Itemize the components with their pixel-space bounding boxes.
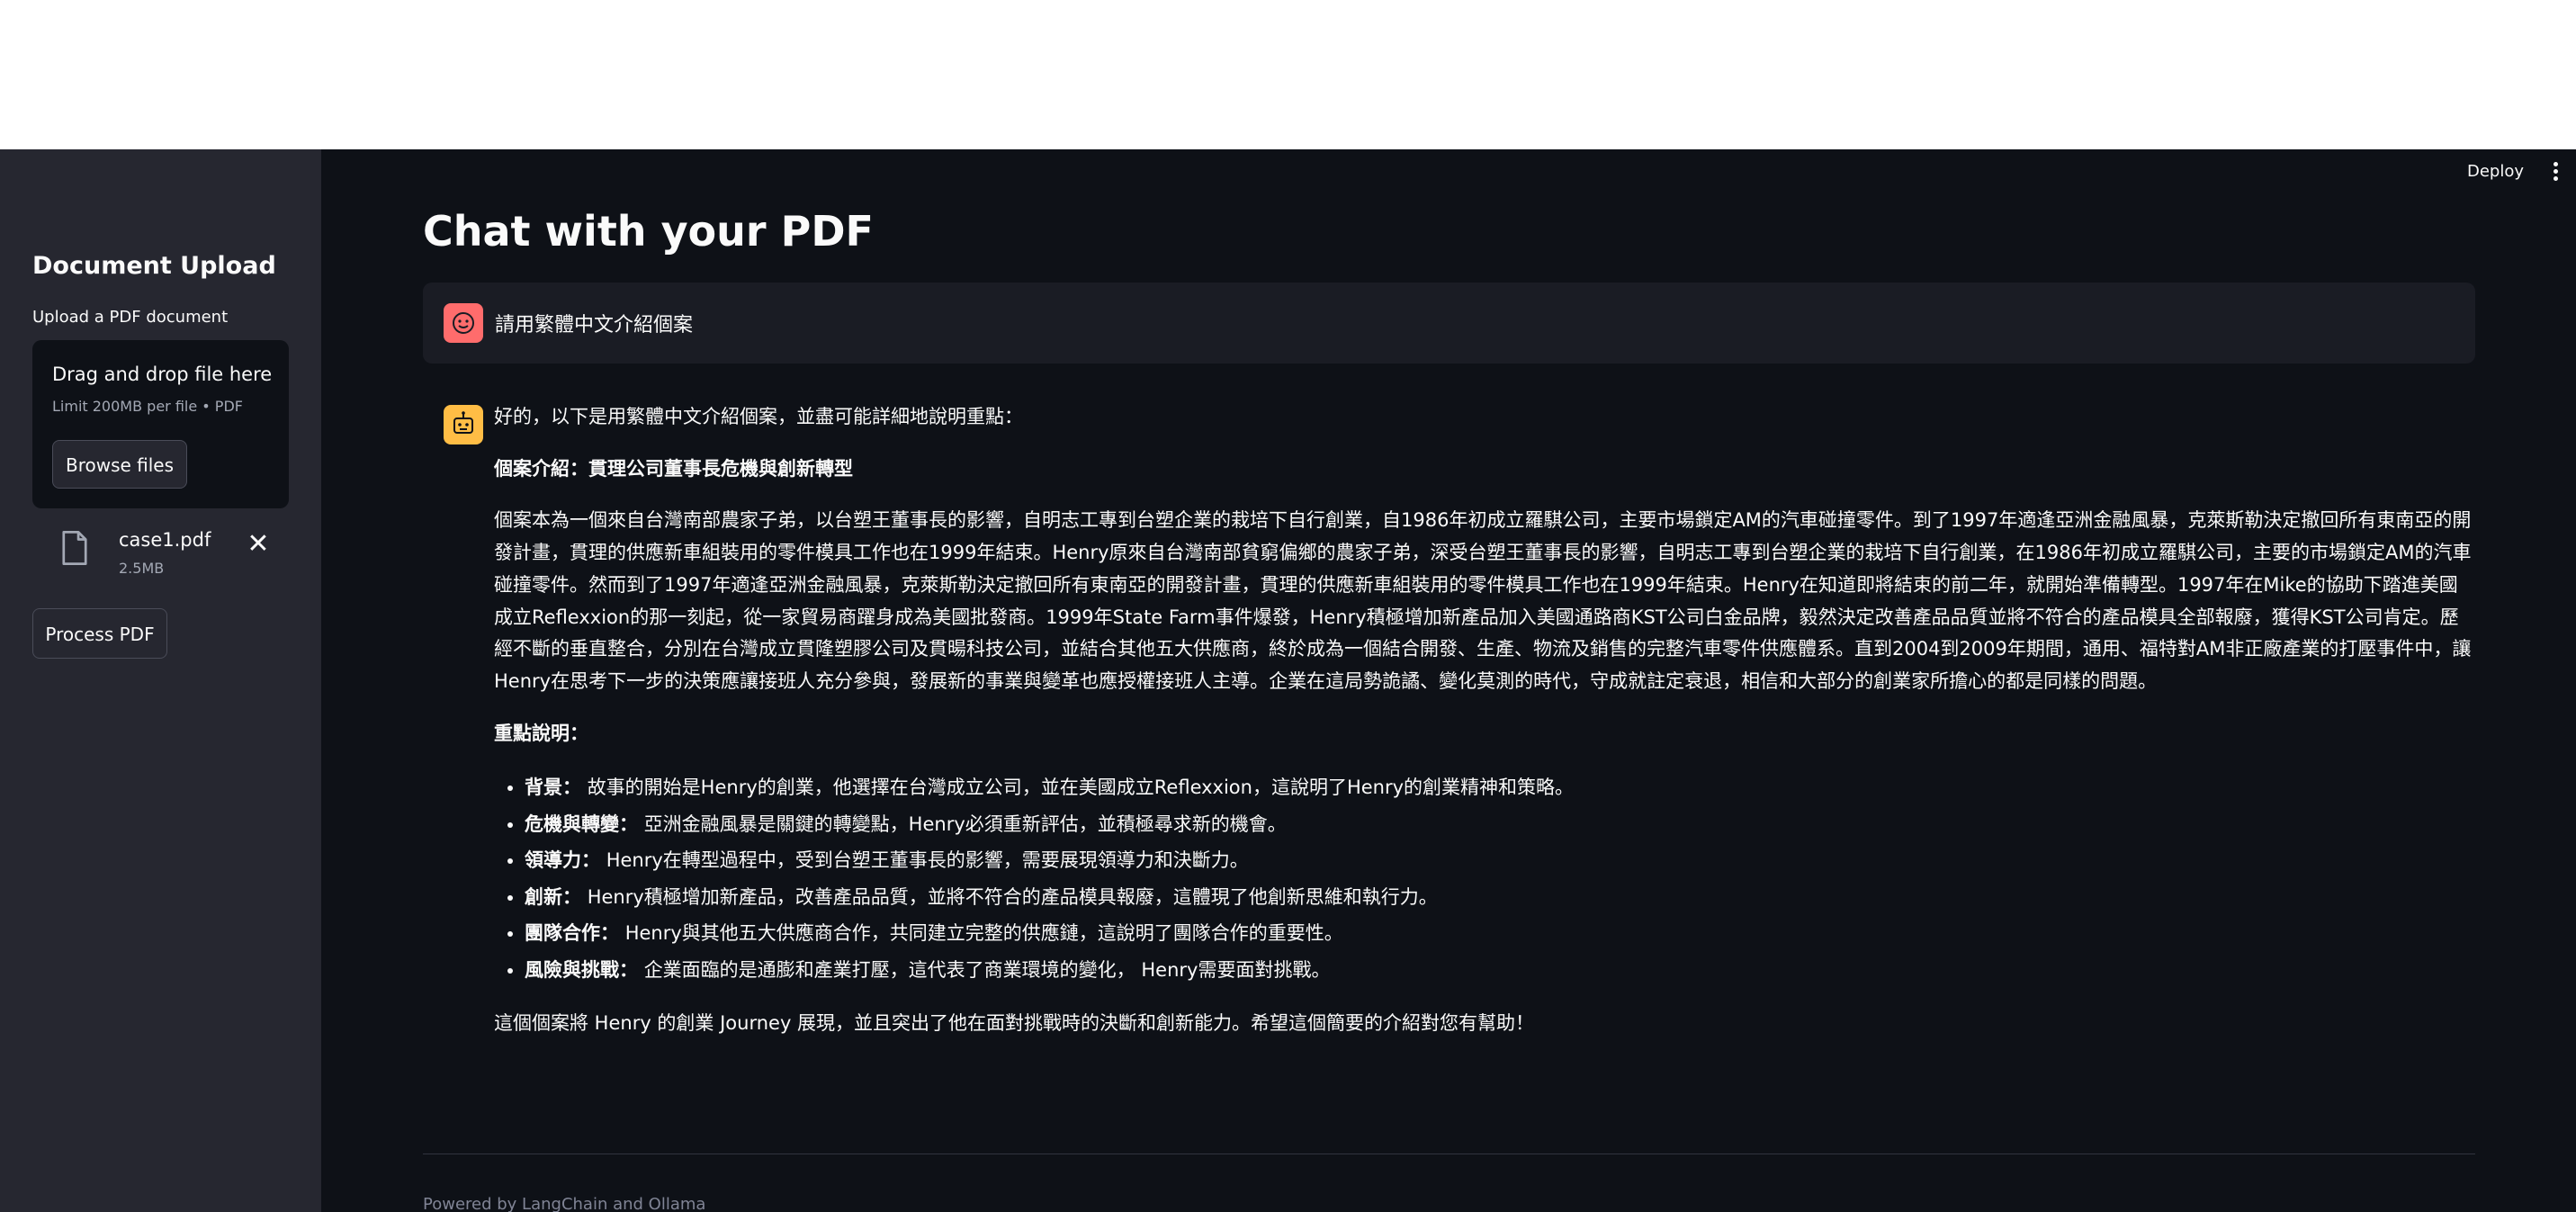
top-blank-area <box>0 0 2576 149</box>
point-text: 企業面臨的是通膨和產業打壓，這代表了商業環境的變化， Henry需要面對挑戰。 <box>643 958 1331 981</box>
process-pdf-button[interactable]: Process PDF <box>32 608 167 659</box>
list-item: 團隊合作： Henry與其他五大供應商合作，共同建立完整的供應鏈，這說明了團隊合… <box>525 915 2473 952</box>
file-name: case1.pdf <box>119 529 211 551</box>
user-message: 請用繁體中文介紹個案 <box>423 283 2475 364</box>
point-label: 領導力： <box>525 849 600 872</box>
assistant-message: 好的，以下是用繁體中文介紹個案，並盡可能詳細地說明重點： 個案介紹：貫理公司董事… <box>494 401 2473 1060</box>
upload-label: Upload a PDF document <box>32 308 229 327</box>
point-text: Henry在轉型過程中，受到台塑王董事長的影響，需要展現領導力和決斷力。 <box>606 849 1249 872</box>
assistant-conclusion: 這個個案將 Henry 的創業 Journey 展現，並且突出了他在面對挑戰時的… <box>494 1012 1535 1035</box>
list-item: 領導力： Henry在轉型過程中，受到台塑王董事長的影響，需要展現領導力和決斷力… <box>525 842 2473 879</box>
sidebar-title: Document Upload <box>32 252 276 280</box>
point-text: Henry積極增加新產品，改善產品品質，並將不符合的產品模具報廢，這體現了他創新… <box>587 885 1438 908</box>
points-heading: 重點說明： <box>494 722 588 744</box>
assistant-intro: 好的，以下是用繁體中文介紹個案，並盡可能詳細地說明重點： <box>494 406 1023 427</box>
list-item: 危機與轉變： 亞洲金融風暴是關鍵的轉變點，Henry必須重新評估，並積極尋求新的… <box>525 806 2473 843</box>
more-vertical-icon[interactable] <box>2547 162 2563 184</box>
browse-files-button[interactable]: Browse files <box>52 440 187 489</box>
point-label: 創新： <box>525 885 581 908</box>
point-label: 危機與轉變： <box>525 812 638 835</box>
deploy-button[interactable]: Deploy <box>2467 162 2524 181</box>
robot-icon <box>444 405 483 444</box>
footer-text: Powered by LangChain and Ollama <box>423 1195 706 1212</box>
list-item: 創新： Henry積極增加新產品，改善產品品質，並將不符合的產品模具報廢，這體現… <box>525 879 2473 916</box>
file-icon <box>62 531 87 565</box>
point-text: 故事的開始是Henry的創業，他選擇在台灣成立公司，並在美國成立Reflexxi… <box>587 777 1575 799</box>
dropzone-title: Drag and drop file here <box>52 364 273 385</box>
page-title: Chat with your PDF <box>423 207 874 256</box>
point-label: 背景： <box>525 777 581 799</box>
uploaded-file: case1.pdf 2.5MB ✕ <box>32 520 289 583</box>
close-icon[interactable]: ✕ <box>245 531 272 558</box>
sidebar: Document Upload Upload a PDF document Dr… <box>0 149 321 1212</box>
case-heading: 個案介紹：貫理公司董事長危機與創新轉型 <box>494 457 853 480</box>
list-item: 背景： 故事的開始是Henry的創業，他選擇在台灣成立公司，並在美國成立Refl… <box>525 769 2473 806</box>
point-label: 團隊合作： <box>525 922 619 945</box>
list-item: 風險與挑戰： 企業面臨的是通膨和產業打壓，這代表了商業環境的變化， Henry需… <box>525 952 2473 989</box>
dropzone-limit: Limit 200MB per file • PDF <box>52 398 243 415</box>
point-label: 風險與挑戰： <box>525 958 638 981</box>
file-dropzone[interactable]: Drag and drop file here Limit 200MB per … <box>32 340 289 508</box>
point-text: 亞洲金融風暴是關鍵的轉變點，Henry必須重新評估，並積極尋求新的機會。 <box>643 812 1287 835</box>
user-face-icon <box>444 303 483 343</box>
case-body: 個案本為一個來自台灣南部農家子弟，以台塑王董事長的影響，自明志工專到台塑企業的栽… <box>494 509 2472 692</box>
user-message-text: 請用繁體中文介紹個案 <box>495 314 694 337</box>
point-text: Henry與其他五大供應商合作，共同建立完整的供應鏈，這說明了團隊合作的重要性。 <box>624 922 1343 945</box>
main-area: Deploy Chat with your PDF 請用繁體中文介紹個案 好的，… <box>321 149 2576 1212</box>
points-list: 背景： 故事的開始是Henry的創業，他選擇在台灣成立公司，並在美國成立Refl… <box>494 769 2473 988</box>
file-size: 2.5MB <box>119 560 165 577</box>
